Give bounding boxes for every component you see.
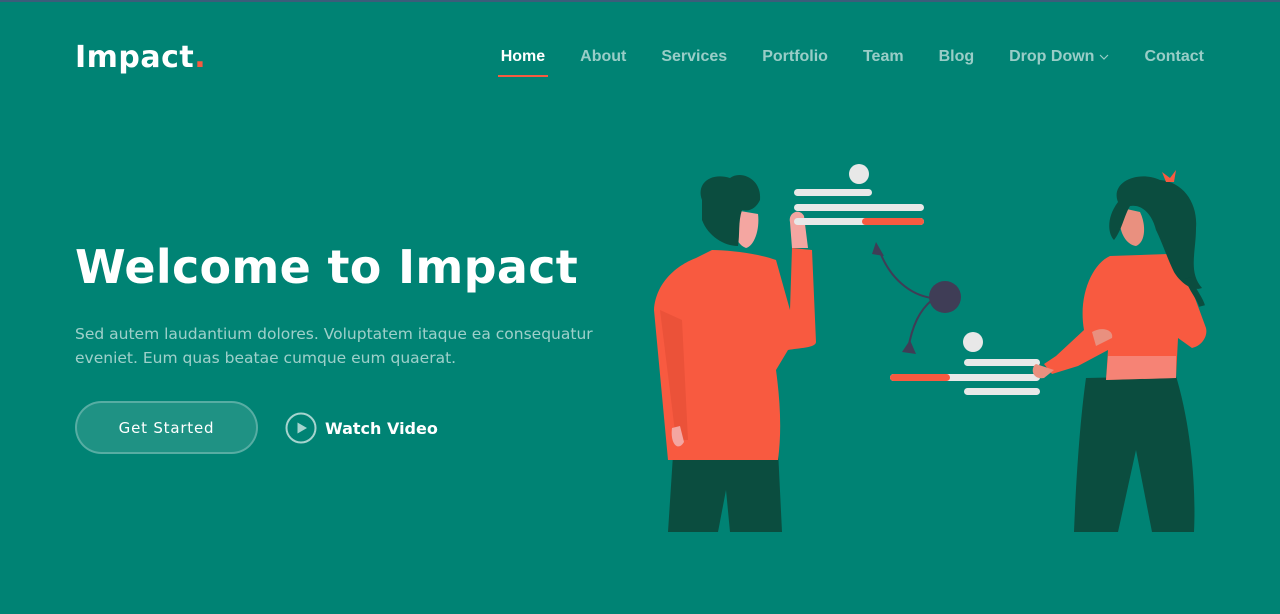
watch-video-button[interactable]: Watch Video [285, 412, 438, 444]
get-started-button[interactable]: Get Started [75, 401, 258, 454]
nav-team-label: Team [862, 48, 904, 65]
top-card [794, 164, 924, 225]
hero-description: Sed autem laudantium dolores. Voluptatem… [75, 325, 593, 367]
nav-home-label: Home [500, 48, 546, 65]
top-border [0, 0, 1280, 2]
main-nav: Home About Services Portfolio Team Blog … [466, 48, 1204, 77]
bottom-card [890, 332, 1040, 395]
nav-contact-label: Contact [1144, 48, 1204, 65]
nav-dropdown[interactable]: Drop Down [1009, 48, 1109, 74]
woman-figure [1032, 170, 1207, 532]
logo-text: Impact [75, 40, 195, 75]
chevron-down-icon [1100, 54, 1109, 60]
hero-illustration [654, 164, 1207, 532]
nav-portfolio-label: Portfolio [762, 48, 828, 65]
logo[interactable]: Impact. [75, 40, 206, 75]
nav-services-label: Services [661, 48, 728, 65]
nav-about[interactable]: About [580, 48, 626, 74]
page: Impact. Home About Services Portfolio Te… [0, 0, 1280, 614]
man-figure [654, 174, 816, 532]
nav-blog-label: Blog [938, 48, 975, 65]
nav-dropdown-label: Drop Down [1009, 48, 1095, 65]
nav-about-label: About [580, 48, 627, 65]
nav-blog[interactable]: Blog [939, 48, 975, 74]
nav-contact[interactable]: Contact [1144, 48, 1204, 74]
arrows [879, 251, 933, 351]
play-circle-icon [285, 412, 317, 444]
watch-video-label: Watch Video [325, 418, 438, 438]
get-started-label: Get Started [118, 418, 215, 437]
nav-portfolio[interactable]: Portfolio [762, 48, 828, 74]
hero-title: Welcome to Impact [75, 240, 579, 294]
nav-team[interactable]: Team [863, 48, 904, 74]
logo-dot: . [194, 40, 207, 75]
nav-services[interactable]: Services [661, 48, 727, 74]
nav-home[interactable]: Home [497, 48, 549, 77]
